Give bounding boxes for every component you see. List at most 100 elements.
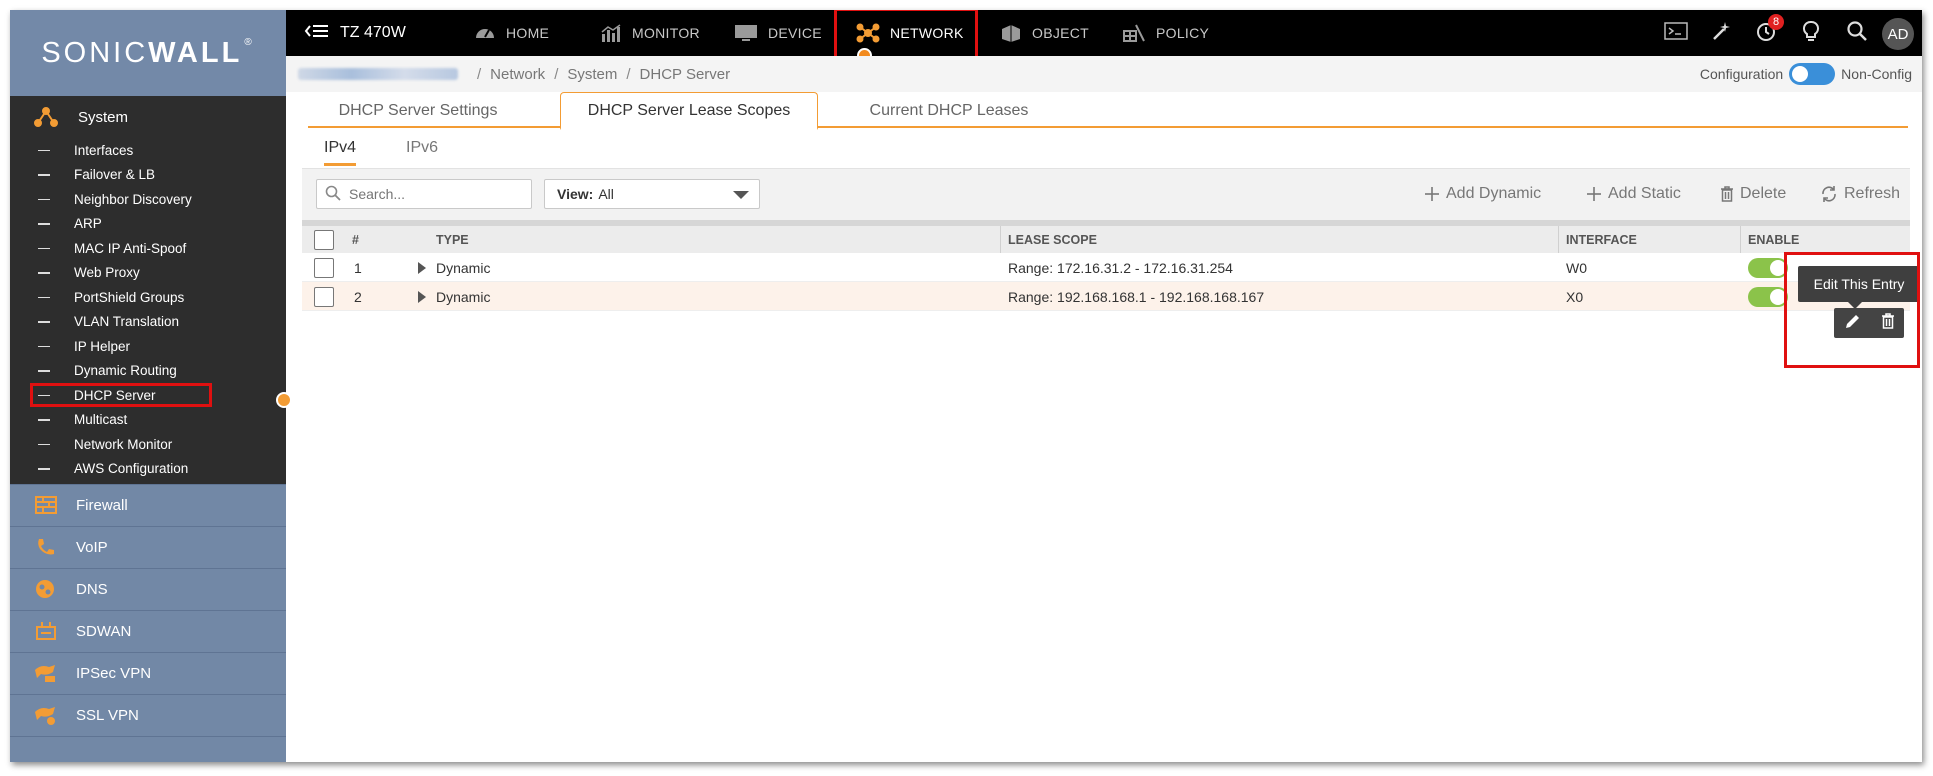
column-header-enable[interactable]: ENABLE — [1748, 226, 1799, 253]
nav-monitor[interactable]: MONITOR — [600, 10, 700, 56]
sidebar-section-voip[interactable]: VoIP — [10, 526, 286, 567]
non-config-label: Non-Config — [1841, 66, 1912, 82]
sidebar-section-dns[interactable]: DNS — [10, 568, 286, 609]
dash-icon — [38, 198, 50, 200]
expand-triangle-icon[interactable] — [418, 290, 426, 303]
sidebar-item-web-proxy[interactable]: Web Proxy — [10, 261, 286, 286]
enable-toggle[interactable] — [1748, 257, 1788, 278]
sidebar: SONICWALL ® System Interfaces Failover & … — [10, 10, 286, 762]
search-button[interactable] — [1846, 10, 1868, 56]
select-all-checkbox[interactable] — [314, 229, 334, 250]
column-header-lease-scope[interactable]: LEASE SCOPE — [1008, 226, 1097, 253]
view-label: View: — [557, 186, 594, 202]
row-checkbox[interactable] — [314, 257, 334, 278]
sidebar-item-label: VLAN Translation — [74, 314, 180, 330]
add-dynamic-button[interactable]: Add Dynamic — [1424, 179, 1541, 209]
nav-label: HOME — [506, 25, 550, 41]
collapse-menu-icon[interactable] — [304, 23, 330, 44]
subtab-label: IPv4 — [324, 139, 357, 156]
sidebar-item-neighbor-discovery[interactable]: Neighbor Discovery — [10, 187, 286, 212]
sidebar-item-aws-configuration[interactable]: AWS Configuration — [10, 457, 286, 482]
sidebar-item-vlan-translation[interactable]: VLAN Translation — [10, 310, 286, 335]
edit-button[interactable] — [1844, 312, 1862, 335]
subtab-ipv4[interactable]: IPv4 — [324, 130, 357, 166]
table-row[interactable]: 2 Dynamic Range: 192.168.168.1 - 192.168… — [302, 282, 1910, 311]
alerts-button[interactable]: 8 — [1754, 10, 1784, 56]
sidebar-section-label: IPSec VPN — [76, 664, 152, 682]
row-actions — [1834, 308, 1904, 338]
sidebar-item-dhcp-server[interactable]: DHCP Server — [10, 383, 286, 408]
dash-icon — [38, 247, 50, 249]
sidebar-item-label: Web Proxy — [74, 265, 140, 281]
sidebar-item-label: ARP — [74, 216, 102, 232]
device-selector[interactable]: TZ 470W — [304, 10, 406, 56]
logo-prefix: SONIC — [41, 36, 149, 69]
column-header-interface[interactable]: INTERFACE — [1566, 226, 1637, 253]
sidebar-item-dynamic-routing[interactable]: Dynamic Routing — [10, 359, 286, 384]
console-button[interactable] — [1664, 10, 1688, 56]
sidebar-item-ip-helper[interactable]: IP Helper — [10, 334, 286, 359]
breadcrumb-system[interactable]: System — [567, 66, 617, 83]
row-type: Dynamic — [436, 288, 491, 305]
sidebar-section-ipsec-vpn[interactable]: IPSec VPN — [10, 652, 286, 693]
lightbulb-icon — [1802, 20, 1820, 47]
table-row[interactable]: 1 Dynamic Range: 172.16.31.2 - 172.16.31… — [302, 253, 1910, 282]
search-box — [316, 179, 532, 209]
firewall-icon — [32, 494, 60, 516]
nav-label: POLICY — [1156, 25, 1210, 41]
breadcrumb-network[interactable]: Network — [490, 66, 545, 83]
button-label: Add Dynamic — [1446, 185, 1542, 202]
row-type: Dynamic — [436, 259, 491, 276]
nav-object[interactable]: OBJECT — [1000, 10, 1089, 56]
column-header-number[interactable]: # — [352, 226, 359, 253]
tab-dhcp-server-settings[interactable]: DHCP Server Settings — [324, 92, 512, 130]
dash-icon — [38, 149, 50, 151]
sidebar-section-system[interactable]: System — [10, 96, 286, 138]
sidebar-section-label: SSL VPN — [76, 706, 139, 724]
row-lease-scope: Range: 192.168.168.1 - 192.168.168.167 — [1008, 288, 1265, 305]
sidebar-section-sdwan[interactable]: SDWAN — [10, 610, 286, 651]
lease-scopes-table: # TYPE LEASE SCOPE INTERFACE ENABLE 1 Dy… — [302, 220, 1910, 311]
search-input[interactable] — [349, 186, 519, 202]
logo: SONICWALL ® — [10, 10, 286, 96]
logo-registered-mark: ® — [244, 36, 255, 48]
sidebar-item-interfaces[interactable]: Interfaces — [10, 138, 286, 163]
wizard-button[interactable] — [1710, 10, 1732, 56]
tab-current-dhcp-leases[interactable]: Current DHCP Leases — [844, 92, 1054, 130]
terminal-icon — [1664, 21, 1688, 45]
nav-policy[interactable]: POLICY — [1122, 10, 1209, 56]
column-header-type[interactable]: TYPE — [436, 226, 469, 253]
tips-button[interactable] — [1802, 10, 1820, 56]
toggle-knob — [1792, 66, 1809, 82]
sidebar-item-portshield-groups[interactable]: PortShield Groups — [10, 285, 286, 310]
breadcrumb: / Network / System / DHCP Server — [298, 56, 730, 92]
row-checkbox[interactable] — [314, 286, 334, 307]
delete-row-button[interactable] — [1881, 312, 1895, 334]
policy-icon — [1122, 23, 1146, 43]
tab-dhcp-server-lease-scopes[interactable]: DHCP Server Lease Scopes — [560, 92, 818, 130]
user-avatar[interactable]: AD — [1882, 18, 1914, 50]
subtab-ipv6[interactable]: IPv6 — [406, 130, 438, 166]
sidebar-item-arp[interactable]: ARP — [10, 212, 286, 237]
sidebar-section-label: SDWAN — [76, 622, 132, 640]
sidebar-item-network-monitor[interactable]: Network Monitor — [10, 432, 286, 457]
sidebar-item-failover-lb[interactable]: Failover & LB — [10, 163, 286, 188]
sidebar-item-mac-ip-anti-spoof[interactable]: MAC IP Anti-Spoof — [10, 236, 286, 261]
notification-badge: 8 — [1768, 14, 1784, 30]
enable-toggle[interactable] — [1748, 286, 1788, 307]
config-mode-toggle[interactable] — [1789, 63, 1836, 85]
nav-device[interactable]: DEVICE — [734, 10, 822, 56]
sidebar-section-ssl-vpn[interactable]: SSL VPN — [10, 694, 286, 735]
view-filter-select[interactable]: View: All — [544, 179, 760, 209]
add-static-button[interactable]: Add Static — [1586, 179, 1681, 209]
sidebar-section-firewall[interactable]: Firewall — [10, 484, 286, 525]
sidebar-item-label: Multicast — [74, 412, 128, 428]
expand-triangle-icon[interactable] — [418, 261, 426, 274]
delete-button[interactable]: Delete — [1720, 179, 1786, 209]
device-screen-icon — [734, 24, 758, 42]
phone-icon — [32, 536, 60, 558]
nav-home[interactable]: HOME — [474, 10, 549, 56]
refresh-button[interactable]: Refresh — [1820, 179, 1900, 209]
sidebar-item-multicast[interactable]: Multicast — [10, 408, 286, 433]
page-tabs: DHCP Server Settings DHCP Server Lease S… — [308, 92, 1908, 130]
